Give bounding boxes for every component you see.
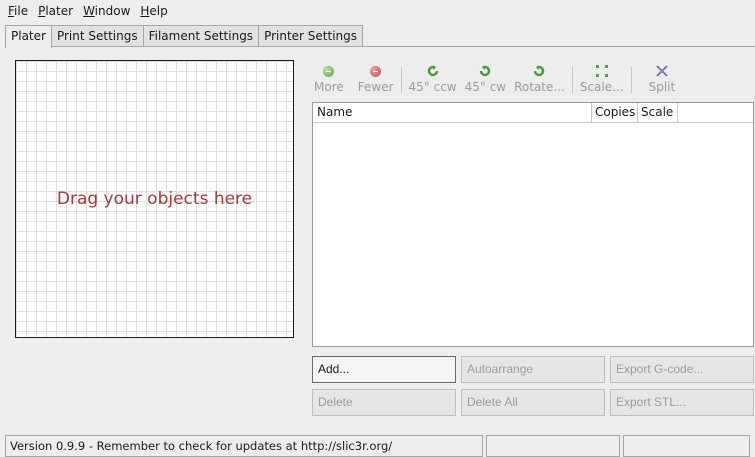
rotate-icon — [531, 63, 547, 79]
status-message: Version 0.9.9 - Remember to check for up… — [5, 435, 483, 457]
status-cell-3 — [623, 435, 750, 457]
add-copy-icon — [321, 63, 337, 79]
delete-all-button[interactable]: Delete All — [461, 389, 605, 416]
toolbar-separator — [571, 67, 573, 93]
rotate-ccw-icon — [425, 63, 441, 79]
bed-drop-hint: Drag your objects here — [56, 189, 253, 209]
status-cell-2 — [486, 435, 620, 457]
object-list-header: Name Copies Scale — [313, 103, 753, 123]
object-list[interactable]: Name Copies Scale — [312, 102, 754, 347]
column-header-copies[interactable]: Copies — [592, 103, 638, 122]
menu-help[interactable]: Help — [136, 0, 173, 23]
menu-window[interactable]: Window — [79, 0, 136, 23]
plater-toolbar: More Fewer 45° ccw 45° cw Rotate... Scal… — [310, 63, 679, 97]
rotate-button[interactable]: Rotate... — [510, 63, 569, 94]
export-stl-button[interactable]: Export STL... — [610, 389, 754, 416]
status-bar: Version 0.9.9 - Remember to check for up… — [5, 435, 755, 457]
split-button[interactable]: Split — [645, 63, 680, 94]
tab-filament-settings[interactable]: Filament Settings — [142, 25, 260, 47]
rotate-cw-icon — [477, 63, 493, 79]
rotate-cw-button[interactable]: 45° cw — [461, 63, 511, 94]
tabbar: Plater Print Settings Filament Settings … — [5, 25, 364, 48]
tab-print-settings[interactable]: Print Settings — [50, 25, 144, 47]
tab-plater[interactable]: Plater — [5, 25, 52, 48]
fewer-button[interactable]: Fewer — [354, 63, 398, 94]
autoarrange-button[interactable]: Autoarrange — [461, 356, 605, 383]
scale-icon — [594, 63, 610, 79]
column-header-scale[interactable]: Scale — [638, 103, 678, 122]
toolbar-separator — [400, 67, 402, 93]
rotate-ccw-button[interactable]: 45° ccw — [405, 63, 461, 94]
menu-plater[interactable]: Plater — [34, 0, 79, 23]
export-gcode-button[interactable]: Export G-code... — [610, 356, 754, 383]
column-header-name[interactable]: Name — [313, 103, 592, 122]
menubar: File Plater Window Help — [0, 0, 755, 23]
toolbar-separator — [630, 67, 632, 93]
add-button[interactable]: Add... — [312, 356, 456, 383]
bed-canvas[interactable]: Drag your objects here — [15, 60, 294, 338]
remove-copy-icon — [368, 63, 384, 79]
menu-file[interactable]: File — [4, 0, 34, 23]
more-button[interactable]: More — [310, 63, 348, 94]
tab-printer-settings[interactable]: Printer Settings — [258, 25, 364, 47]
split-icon — [654, 63, 670, 79]
scale-button[interactable]: Scale... — [576, 63, 628, 94]
delete-button[interactable]: Delete — [312, 389, 456, 416]
